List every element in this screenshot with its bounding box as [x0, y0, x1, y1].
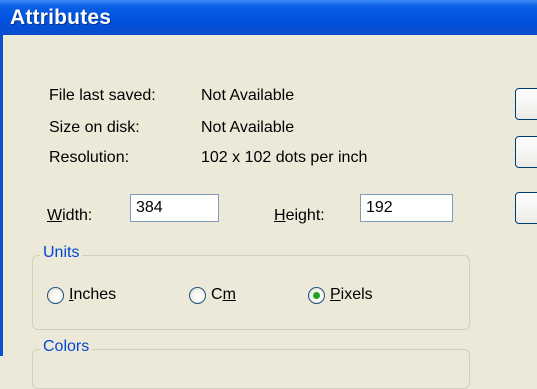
dialog-client-area: File last saved: Not Available Size on d…: [3, 35, 537, 389]
radio-cm-label: Cm: [211, 286, 236, 303]
units-group-title: Units: [40, 244, 83, 262]
radio-pixels-label: Pixels: [330, 286, 373, 303]
ok-button[interactable]: [515, 88, 537, 120]
file-last-saved-label: File last saved:: [49, 87, 156, 104]
resolution-label: Resolution:: [49, 149, 130, 166]
radio-cm[interactable]: Cm: [189, 286, 236, 304]
radio-circle-icon: [47, 286, 64, 304]
radio-inches[interactable]: Inches: [47, 286, 116, 304]
width-input[interactable]: 384: [130, 194, 219, 222]
default-button[interactable]: [515, 192, 537, 224]
height-label: Height:: [274, 207, 325, 224]
window-title: Attributes: [10, 6, 112, 29]
height-input[interactable]: 192: [360, 194, 453, 222]
cancel-button[interactable]: [515, 136, 537, 168]
title-bar[interactable]: Attributes: [0, 0, 537, 35]
file-last-saved-value: Not Available: [201, 87, 295, 104]
colors-group-title: Colors: [40, 338, 93, 356]
radio-circle-icon: [189, 286, 206, 304]
radio-inches-label: Inches: [69, 286, 117, 303]
radio-selected-icon: [308, 286, 325, 304]
colors-groupbox: [32, 349, 470, 389]
size-on-disk-value: Not Available: [201, 119, 295, 136]
resolution-value: 102 x 102 dots per inch: [201, 149, 368, 166]
width-label: Width:: [47, 207, 93, 224]
size-on-disk-label: Size on disk:: [49, 119, 140, 136]
radio-pixels[interactable]: Pixels: [308, 286, 373, 304]
